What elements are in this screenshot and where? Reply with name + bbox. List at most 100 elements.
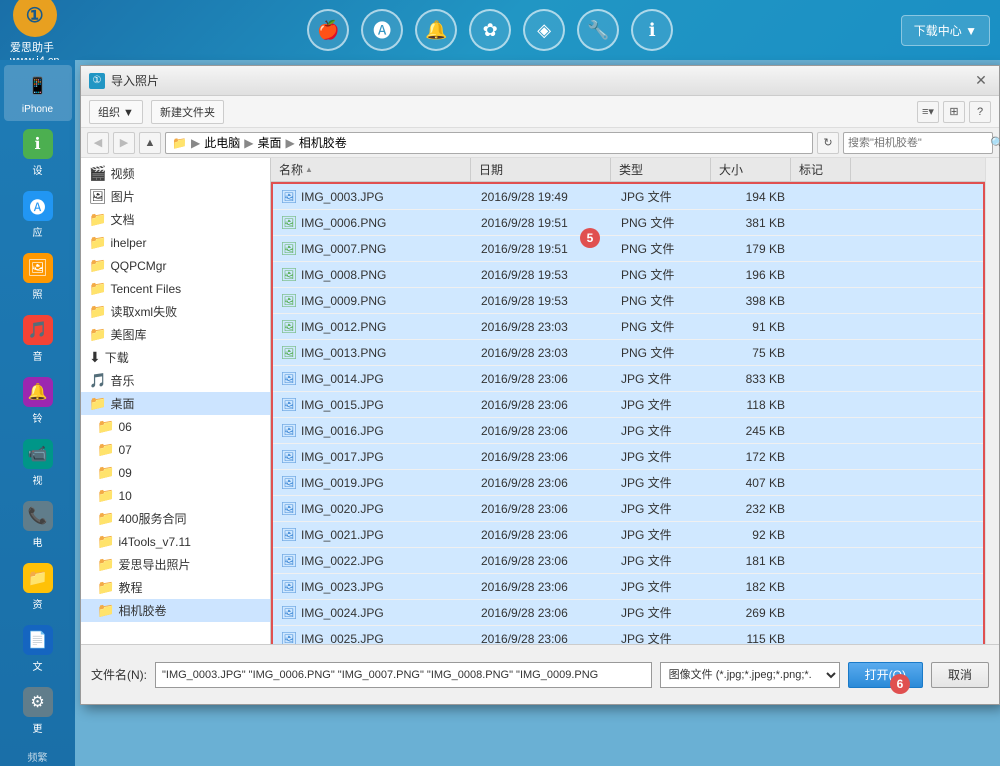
refresh-button[interactable]: ↻: [817, 132, 839, 154]
table-row[interactable]: 🖼 IMG_0008.PNG 2016/9/28 19:53 PNG 文件 19…: [273, 262, 983, 288]
nav-apple[interactable]: 🍎: [307, 9, 349, 51]
tree-item-ihelper[interactable]: 📁ihelper: [81, 231, 270, 254]
file-name: IMG_0024.JPG: [301, 606, 384, 620]
download-button[interactable]: 下载中心 ▼: [901, 15, 990, 46]
tree-item-tencent[interactable]: 📁Tencent Files: [81, 277, 270, 300]
col-header-type[interactable]: 类型: [611, 158, 711, 181]
i4tools-icon: 📁: [97, 533, 114, 550]
file-date-cell: 2016/9/28 23:06: [473, 474, 613, 492]
tree-item-video[interactable]: 🎬视频: [81, 162, 270, 185]
new-folder-button[interactable]: 新建文件夹: [151, 100, 224, 124]
file-size-cell: 179 KB: [713, 240, 793, 258]
table-row[interactable]: 🖼 IMG_0022.JPG 2016/9/28 23:06 JPG 文件 18…: [273, 548, 983, 574]
iphone-icon: 📱: [23, 71, 53, 101]
back-button[interactable]: ◀: [87, 132, 109, 154]
breadcrumb-camera: 相机胶卷: [299, 134, 347, 151]
file-type-cell: JPG 文件: [613, 420, 713, 441]
col-header-size[interactable]: 大小: [711, 158, 791, 181]
tree-item-images[interactable]: 🖼图片: [81, 185, 270, 208]
nav-settings[interactable]: ✿: [469, 9, 511, 51]
sidebar-item-photos[interactable]: 🖼 照: [4, 247, 72, 307]
tree-item-i4tools[interactable]: 📁i4Tools_v7.11: [81, 530, 270, 553]
file-tag-cell: [793, 221, 853, 225]
tree-item-07[interactable]: 📁07: [81, 438, 270, 461]
nav-dropbox[interactable]: ◈: [523, 9, 565, 51]
breadcrumb[interactable]: 📁 ▶ 此电脑 ▶ 桌面 ▶ 相机胶卷: [165, 132, 813, 154]
view-help-button[interactable]: ?: [969, 101, 991, 123]
sidebar-item-apps[interactable]: 🅐 应: [4, 185, 72, 245]
aisi-photos-icon: 📁: [97, 556, 114, 573]
table-row[interactable]: 🖼 IMG_0017.JPG 2016/9/28 23:06 JPG 文件 17…: [273, 444, 983, 470]
table-row[interactable]: 🖼 IMG_0015.JPG 2016/9/28 23:06 JPG 文件 11…: [273, 392, 983, 418]
sidebar-item-iphone[interactable]: 📱 iPhone: [4, 65, 72, 121]
tree-item-06[interactable]: 📁06: [81, 415, 270, 438]
sidebar-item-phone[interactable]: 📞 电: [4, 495, 72, 555]
table-row[interactable]: 🖼 IMG_0020.JPG 2016/9/28 23:06 JPG 文件 23…: [273, 496, 983, 522]
table-row[interactable]: 🖼 IMG_0021.JPG 2016/9/28 23:06 JPG 文件 92…: [273, 522, 983, 548]
table-row[interactable]: 🖼 IMG_0025.JPG 2016/9/28 23:06 JPG 文件 11…: [273, 626, 983, 644]
folder-400-icon: 📁: [97, 510, 114, 527]
sidebar-item-files[interactable]: 📄 文: [4, 619, 72, 679]
view-list-button[interactable]: ≡▾: [917, 101, 939, 123]
tree-item-09[interactable]: 📁09: [81, 461, 270, 484]
tree-item-400[interactable]: 📁400服务合同: [81, 507, 270, 530]
table-row[interactable]: 🖼 IMG_0016.JPG 2016/9/28 23:06 JPG 文件 24…: [273, 418, 983, 444]
table-row[interactable]: 🖼 IMG_0013.PNG 2016/9/28 23:03 PNG 文件 75…: [273, 340, 983, 366]
nav-notification[interactable]: 🔔: [415, 9, 457, 51]
cancel-button[interactable]: 取消: [931, 662, 989, 688]
sidebar-item-resource[interactable]: 📁 资: [4, 557, 72, 617]
file-name: IMG_0016.JPG: [301, 424, 384, 438]
file-type-cell: PNG 文件: [613, 212, 713, 233]
sidebar-item-settings[interactable]: ℹ 设: [4, 123, 72, 183]
table-row[interactable]: 🖼 IMG_0023.JPG 2016/9/28 23:06 JPG 文件 18…: [273, 574, 983, 600]
tree-item-tutorial[interactable]: 📁教程: [81, 576, 270, 599]
tree-item-aisi-photos[interactable]: 📁爱思导出照片: [81, 553, 270, 576]
iphone-label: iPhone: [22, 104, 53, 115]
tree-item-camera-roll[interactable]: 📁相机胶卷: [81, 599, 270, 622]
table-row[interactable]: 🖼 IMG_0007.PNG 2016/9/28 19:51 PNG 文件 17…: [273, 236, 983, 262]
open-button[interactable]: 打开(O): [848, 662, 923, 688]
dialog-bottom: 文件名(N): 图像文件 (*.jpg;*.jpeg;*.png;*. 打开(O…: [81, 644, 999, 704]
table-row[interactable]: 🖼 IMG_0019.JPG 2016/9/28 23:06 JPG 文件 40…: [273, 470, 983, 496]
sidebar-item-video[interactable]: 📹 视: [4, 433, 72, 493]
filename-input[interactable]: [155, 662, 652, 688]
file-date-cell: 2016/9/28 23:03: [473, 344, 613, 362]
view-controls: ≡▾ ⊞ ?: [917, 101, 991, 123]
search-icon: 🔍: [990, 136, 1000, 150]
nav-info[interactable]: ℹ: [631, 9, 673, 51]
search-input[interactable]: [848, 137, 990, 149]
filetype-select[interactable]: 图像文件 (*.jpg;*.jpeg;*.png;*.: [660, 662, 840, 688]
view-grid-button[interactable]: ⊞: [943, 101, 965, 123]
tree-item-xmlfail[interactable]: 📁读取xml失败: [81, 300, 270, 323]
scrollbar-area[interactable]: [985, 158, 999, 644]
dialog-close-button[interactable]: ✕: [971, 71, 991, 91]
tree-item-qqpcmgr[interactable]: 📁QQPCMgr: [81, 254, 270, 277]
table-row[interactable]: 🖼 IMG_0009.PNG 2016/9/28 19:53 PNG 文件 39…: [273, 288, 983, 314]
sidebar-item-more[interactable]: ⚙ 更: [4, 681, 72, 741]
nav-appstore[interactable]: 🅐: [361, 9, 403, 51]
tree-item-download[interactable]: ⬇下载: [81, 346, 270, 369]
file-date-cell: 2016/9/28 19:49: [473, 188, 613, 206]
forward-button[interactable]: ▶: [113, 132, 135, 154]
sidebar-item-ringtone[interactable]: 🔔 铃: [4, 371, 72, 431]
tree-item-10[interactable]: 📁10: [81, 484, 270, 507]
tree-item-docs[interactable]: 📁文档: [81, 208, 270, 231]
sidebar-item-music[interactable]: 🎵 音: [4, 309, 72, 369]
col-header-name[interactable]: 名称 ▲: [271, 158, 471, 181]
table-row[interactable]: 🖼 IMG_0012.PNG 2016/9/28 23:03 PNG 文件 91…: [273, 314, 983, 340]
tree-item-music[interactable]: 🎵音乐: [81, 369, 270, 392]
table-row[interactable]: 🖼 IMG_0024.JPG 2016/9/28 23:06 JPG 文件 26…: [273, 600, 983, 626]
organize-button[interactable]: 组织 ▼: [89, 100, 143, 124]
file-name-cell: 🖼 IMG_0021.JPG: [273, 525, 473, 545]
table-row[interactable]: 🖼 IMG_0003.JPG 2016/9/28 19:49 JPG 文件 19…: [273, 184, 983, 210]
table-row[interactable]: 🖼 IMG_0006.PNG 2016/9/28 19:51 PNG 文件 38…: [273, 210, 983, 236]
nav-tools[interactable]: 🔧: [577, 9, 619, 51]
file-tag-cell: [793, 533, 853, 537]
col-header-tag[interactable]: 标记: [791, 158, 851, 181]
col-header-date[interactable]: 日期: [471, 158, 611, 181]
tree-item-meitulibrary[interactable]: 📁美图库: [81, 323, 270, 346]
table-row[interactable]: 🖼 IMG_0014.JPG 2016/9/28 23:06 JPG 文件 83…: [273, 366, 983, 392]
file-type-cell: JPG 文件: [613, 446, 713, 467]
up-button[interactable]: ▲: [139, 132, 161, 154]
tree-item-desktop[interactable]: 📁桌面: [81, 392, 270, 415]
